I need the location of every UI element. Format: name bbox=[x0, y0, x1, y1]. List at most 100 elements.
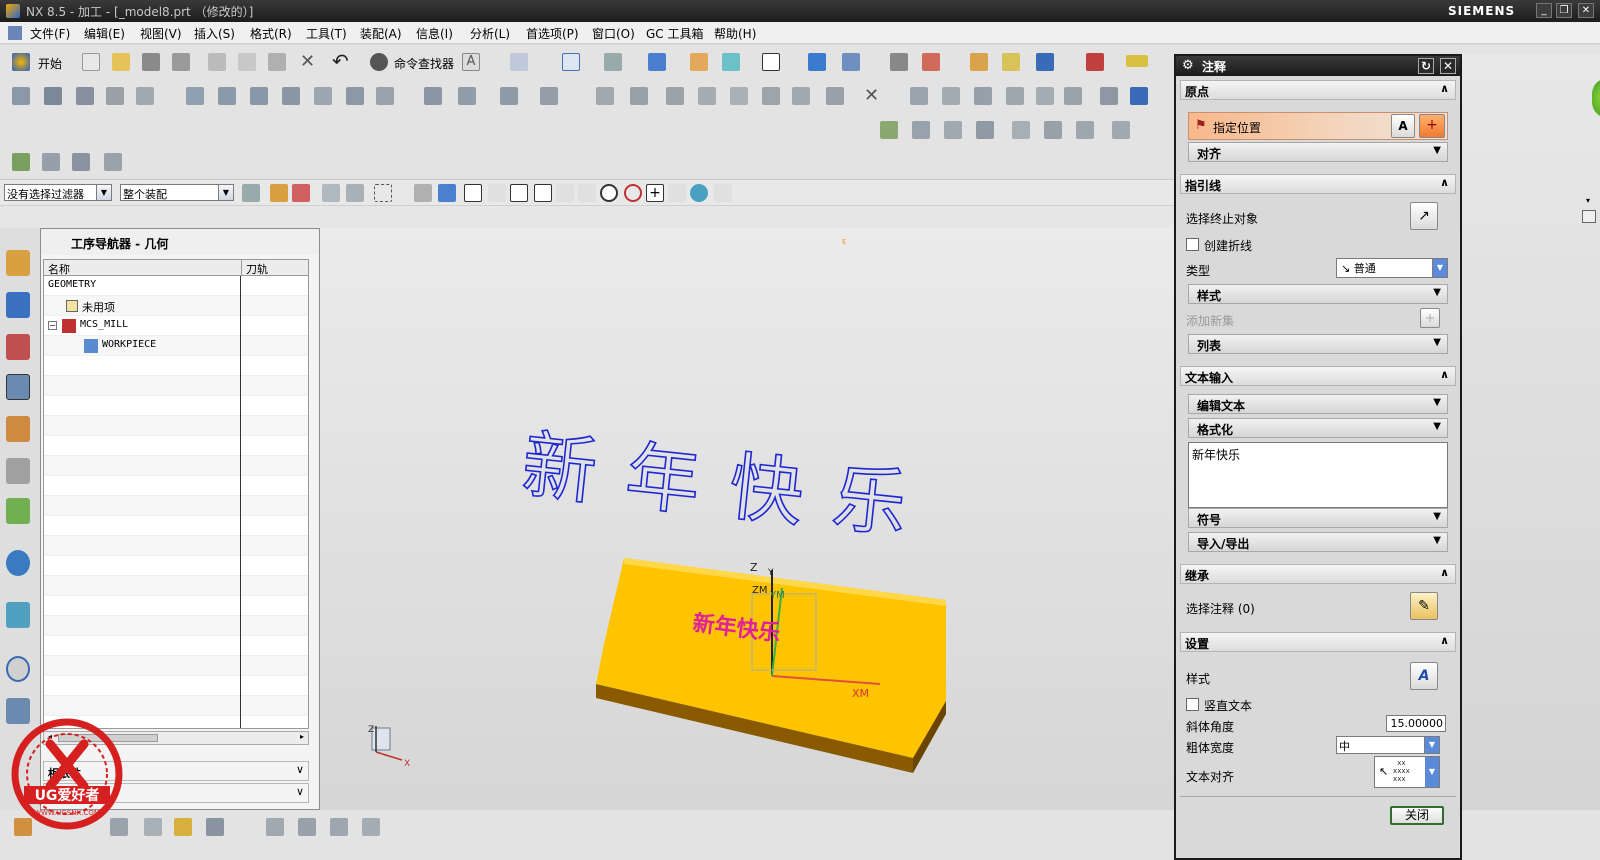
system-materials-icon[interactable] bbox=[6, 602, 30, 628]
op-geometry-icon[interactable] bbox=[944, 121, 962, 139]
menu-assemblies[interactable]: 装配(A) bbox=[360, 25, 402, 42]
info-window-icon[interactable] bbox=[1130, 87, 1148, 105]
cut-object-icon[interactable] bbox=[630, 87, 648, 105]
select-face-icon[interactable] bbox=[346, 184, 364, 202]
simulate-icon[interactable] bbox=[458, 87, 476, 105]
gear-icon[interactable]: ⚙ bbox=[1182, 58, 1194, 73]
method-view-icon[interactable] bbox=[282, 87, 300, 105]
point-icon[interactable] bbox=[1002, 53, 1020, 71]
delete-icon[interactable]: ✕ bbox=[300, 51, 315, 72]
workflow-tool-icon[interactable] bbox=[42, 153, 60, 171]
paste-object-icon[interactable] bbox=[698, 87, 716, 105]
generate-toolpath-icon[interactable] bbox=[314, 87, 332, 105]
point-constructor-icon[interactable] bbox=[714, 184, 732, 202]
section-leader-header[interactable]: 指引线 ∧ bbox=[1180, 174, 1456, 194]
machine-tool-view-icon[interactable] bbox=[218, 87, 236, 105]
bottom-tool-icon-3[interactable] bbox=[144, 818, 162, 836]
create-method-icon[interactable] bbox=[106, 87, 124, 105]
section-origin-header[interactable]: 原点 ∧ bbox=[1180, 80, 1456, 100]
op-post-icon[interactable] bbox=[1012, 121, 1030, 139]
point-on-curve-icon[interactable]: + bbox=[646, 184, 664, 202]
shop-docs-icon[interactable] bbox=[540, 87, 558, 105]
delete-object-icon[interactable]: ✕ bbox=[864, 85, 879, 106]
text-alignment-select[interactable]: ↖ xx xxxx xxx ▼ bbox=[1374, 756, 1440, 788]
section-inherit-header[interactable]: 继承 ∧ bbox=[1180, 564, 1456, 584]
op-list-icon[interactable] bbox=[1112, 121, 1130, 139]
point-on-face-icon[interactable] bbox=[668, 184, 686, 202]
section-settings-header[interactable]: 设置 ∧ bbox=[1180, 632, 1456, 652]
collapse-icon[interactable]: − bbox=[48, 321, 57, 330]
snap-point-icon[interactable] bbox=[270, 184, 288, 202]
text-style-settings-icon[interactable]: A bbox=[1410, 662, 1438, 690]
speed-icon[interactable] bbox=[942, 87, 960, 105]
select-feature-icon[interactable] bbox=[292, 184, 310, 202]
ipw-icon[interactable] bbox=[974, 87, 992, 105]
cut-icon[interactable] bbox=[208, 53, 226, 71]
plane-icon[interactable] bbox=[1086, 53, 1104, 71]
menu-help[interactable]: 帮助(H) bbox=[714, 25, 756, 42]
background-icon[interactable] bbox=[762, 53, 780, 71]
command-finder-icon[interactable] bbox=[370, 53, 388, 71]
workflow-verify-icon[interactable] bbox=[12, 153, 30, 171]
machine-lib-icon[interactable] bbox=[1100, 87, 1118, 105]
create-geometry-icon[interactable] bbox=[76, 87, 94, 105]
bottom-tool-icon-4[interactable] bbox=[174, 818, 192, 836]
menu-window[interactable]: 窗口(O) bbox=[592, 25, 635, 42]
copy-icon[interactable] bbox=[238, 53, 256, 71]
roles-orb-icon[interactable] bbox=[1592, 78, 1600, 118]
op-method-icon[interactable] bbox=[976, 121, 994, 139]
select-body-icon[interactable] bbox=[322, 184, 340, 202]
italic-angle-input[interactable]: 15.00000 bbox=[1386, 715, 1446, 732]
symbols-subsection[interactable]: 符号 ▼ bbox=[1188, 508, 1448, 528]
hidden-select-icon[interactable] bbox=[414, 184, 432, 202]
enable-snap-icon[interactable] bbox=[464, 184, 482, 202]
selection-filter-combo[interactable]: 没有选择过滤器 ▼ bbox=[4, 184, 112, 201]
section-text-input-header[interactable]: 文本输入 ∧ bbox=[1180, 366, 1456, 386]
mid-point-icon[interactable] bbox=[510, 184, 528, 202]
create-jog-checkbox[interactable] bbox=[1186, 238, 1199, 251]
specify-position-row[interactable]: ⚑ 指定位置 A + bbox=[1188, 112, 1448, 140]
column-header-name[interactable]: 名称 bbox=[44, 260, 241, 276]
control-point-icon[interactable] bbox=[534, 184, 552, 202]
move-component-icon[interactable] bbox=[842, 53, 860, 71]
select-annotation-icon[interactable]: ✎ bbox=[1410, 592, 1438, 620]
intersection-icon[interactable] bbox=[556, 184, 574, 202]
minimize-icon[interactable]: _ bbox=[1536, 3, 1552, 18]
menu-insert[interactable]: 插入(S) bbox=[194, 25, 235, 42]
print-icon[interactable] bbox=[172, 53, 190, 71]
start-icon[interactable] bbox=[12, 53, 30, 71]
bottom-tool-icon-8[interactable] bbox=[330, 818, 348, 836]
op-comment-icon[interactable] bbox=[1044, 121, 1062, 139]
edit-object-icon[interactable] bbox=[596, 87, 614, 105]
text-style-icon[interactable]: A bbox=[462, 53, 480, 71]
history-icon[interactable] bbox=[6, 656, 30, 682]
paste-icon[interactable] bbox=[268, 53, 286, 71]
rename-object-icon[interactable] bbox=[730, 87, 748, 105]
geometry-view-icon[interactable] bbox=[250, 87, 268, 105]
op-report-icon[interactable] bbox=[1076, 121, 1094, 139]
column-header-toolpath[interactable]: 刀轨 bbox=[241, 260, 308, 276]
formatting-subsection[interactable]: 格式化 ▼ bbox=[1188, 418, 1448, 438]
web-browser-icon[interactable] bbox=[6, 550, 30, 576]
menu-view[interactable]: 视图(V) bbox=[140, 25, 182, 42]
bold-width-select[interactable]: 中 ▼ bbox=[1336, 736, 1440, 754]
command-finder-button[interactable]: 命令查找器 bbox=[394, 55, 454, 72]
quadrant-icon[interactable] bbox=[600, 184, 618, 202]
add-new-set-icon[interactable]: + bbox=[1420, 308, 1440, 328]
layout-icon[interactable] bbox=[1064, 87, 1082, 105]
workflow-method-icon[interactable] bbox=[104, 153, 122, 171]
postprocess-icon[interactable] bbox=[500, 87, 518, 105]
origin-tool-icon[interactable]: A bbox=[1391, 114, 1415, 138]
selection-scope-combo[interactable]: 整个装配 ▼ bbox=[120, 184, 234, 201]
bottom-tool-icon-6[interactable] bbox=[266, 818, 284, 836]
assembly-navigator-icon[interactable] bbox=[6, 250, 30, 276]
bottom-tool-icon-5[interactable] bbox=[206, 818, 224, 836]
gouge-check-icon[interactable] bbox=[1006, 87, 1024, 105]
menu-information[interactable]: 信息(I) bbox=[416, 25, 453, 42]
menu-format[interactable]: 格式(R) bbox=[250, 25, 292, 42]
bottom-tool-icon-7[interactable] bbox=[298, 818, 316, 836]
annotation-text[interactable]: 新年快乐 bbox=[517, 422, 941, 553]
table-row[interactable]: WORKPIECE bbox=[44, 336, 308, 356]
verify-toolpath-icon[interactable] bbox=[424, 87, 442, 105]
menu-file[interactable]: 文件(F) bbox=[30, 25, 70, 42]
